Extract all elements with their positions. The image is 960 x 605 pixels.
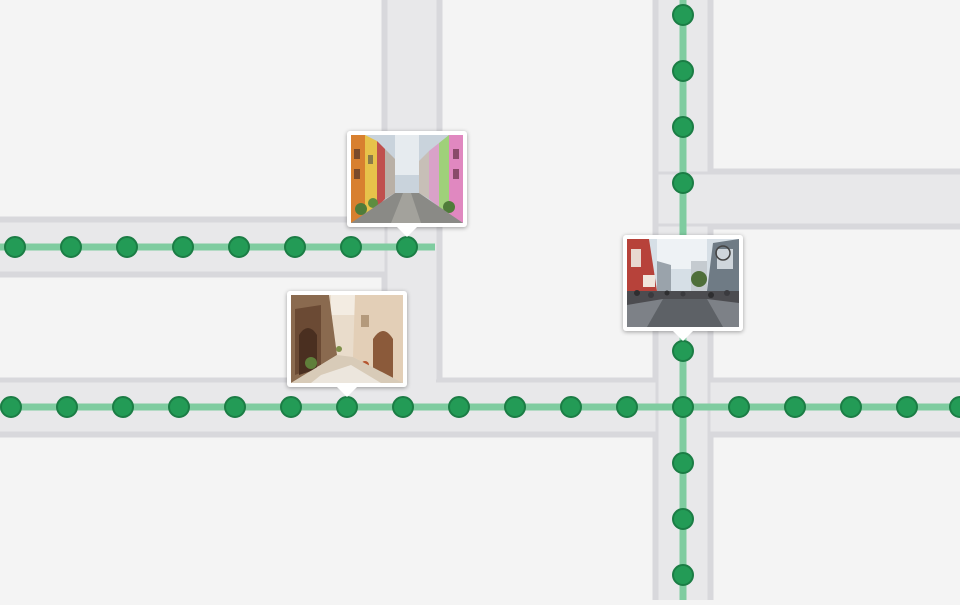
capture-point[interactable] — [672, 116, 694, 138]
road-layer — [0, 0, 960, 605]
capture-point[interactable] — [392, 396, 414, 418]
capture-point[interactable] — [340, 236, 362, 258]
street-photo-thumbnail — [351, 135, 463, 223]
capture-point[interactable] — [896, 396, 918, 418]
capture-point[interactable] — [60, 236, 82, 258]
capture-point[interactable] — [672, 4, 694, 26]
photo-marker-busy-street[interactable] — [623, 235, 743, 341]
capture-point[interactable] — [112, 396, 134, 418]
photo-marker-colorful-street[interactable] — [347, 131, 467, 237]
capture-point[interactable] — [224, 396, 246, 418]
capture-point[interactable] — [672, 340, 694, 362]
capture-point[interactable] — [672, 452, 694, 474]
capture-point[interactable] — [280, 396, 302, 418]
capture-point[interactable] — [0, 396, 22, 418]
capture-point[interactable] — [284, 236, 306, 258]
capture-point[interactable] — [116, 236, 138, 258]
capture-point[interactable] — [4, 236, 26, 258]
capture-point[interactable] — [448, 396, 470, 418]
city-block — [0, 434, 656, 605]
capture-point[interactable] — [168, 396, 190, 418]
capture-point[interactable] — [672, 564, 694, 586]
city-block — [710, 226, 960, 381]
capture-point[interactable] — [672, 60, 694, 82]
capture-point[interactable] — [728, 396, 750, 418]
city-block — [710, 434, 960, 605]
map-canvas[interactable] — [0, 0, 960, 605]
capture-point[interactable] — [396, 236, 418, 258]
city-block — [710, 0, 960, 172]
city-block — [0, 0, 385, 220]
busy-street-photo-thumbnail — [627, 239, 739, 327]
capture-point[interactable] — [840, 396, 862, 418]
photo-marker-old-alley[interactable] — [287, 291, 407, 397]
capture-point[interactable] — [56, 396, 78, 418]
capture-point[interactable] — [672, 396, 694, 418]
capture-point[interactable] — [172, 236, 194, 258]
map-svg[interactable] — [0, 0, 960, 605]
capture-point[interactable] — [784, 396, 806, 418]
capture-point[interactable] — [672, 172, 694, 194]
capture-point[interactable] — [504, 396, 526, 418]
capture-point[interactable] — [228, 236, 250, 258]
capture-point[interactable] — [672, 508, 694, 530]
capture-point[interactable] — [616, 396, 638, 418]
alley-photo-thumbnail — [291, 295, 403, 383]
capture-point[interactable] — [336, 396, 358, 418]
capture-point[interactable] — [560, 396, 582, 418]
